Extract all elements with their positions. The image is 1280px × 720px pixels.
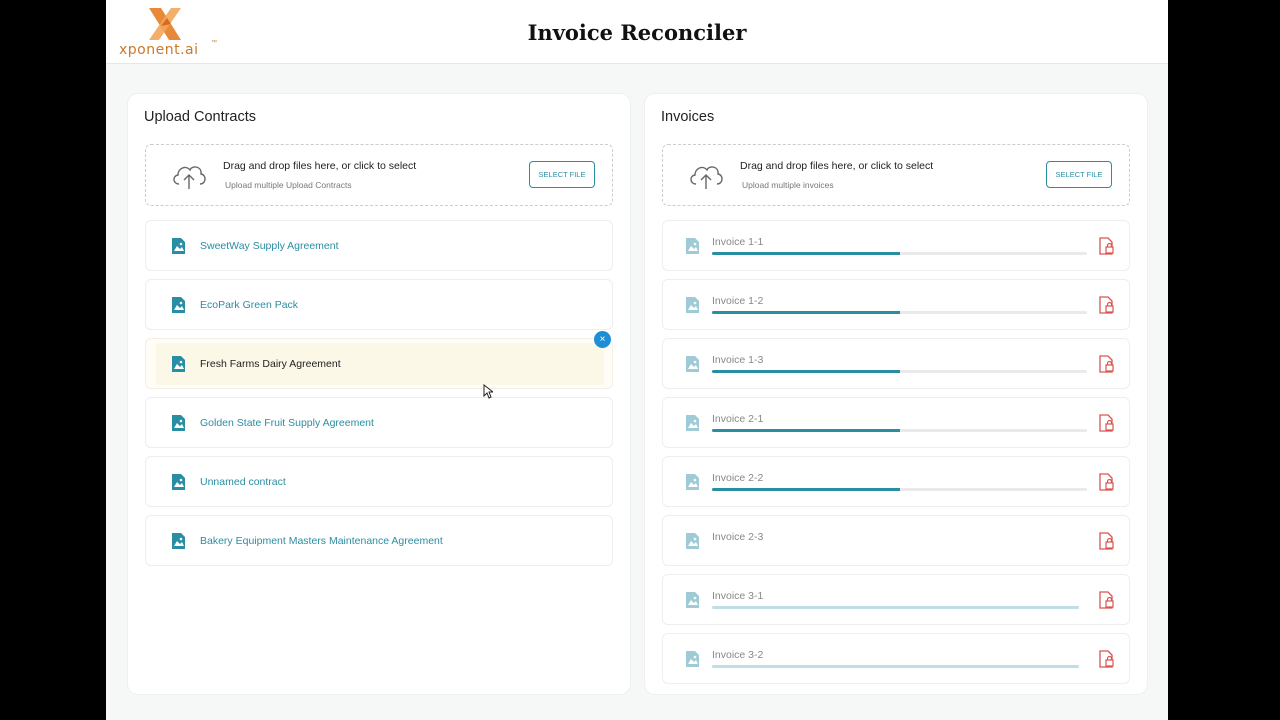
cloud-upload-icon (173, 166, 206, 189)
upload-progress-fill (712, 252, 900, 255)
upload-progress-bar (712, 665, 1079, 668)
contract-name[interactable]: Unnamed contract (200, 476, 286, 488)
upload-progress-bar (712, 311, 1087, 314)
document-image-icon (686, 415, 699, 431)
dropzone-main-text: Drag and drop files here, or click to se… (223, 160, 417, 172)
document-image-icon (172, 297, 185, 313)
invoice-name: Invoice 1-2 (712, 295, 764, 307)
invoice-name: Invoice 3-1 (712, 590, 764, 602)
invoice-item[interactable]: Invoice 1-2 (662, 279, 1130, 330)
document-image-icon (172, 238, 185, 254)
contract-item[interactable]: Unnamed contract (145, 456, 613, 507)
invoice-item[interactable]: Invoice 2-1 (662, 397, 1130, 448)
close-icon: × (599, 334, 606, 345)
contracts-panel: Upload Contracts Drag and drop files her… (128, 94, 630, 694)
contract-item[interactable]: EcoPark Green Pack (145, 279, 613, 330)
upload-progress-fill (712, 488, 900, 491)
document-image-icon (686, 297, 699, 313)
select-contract-file-button[interactable]: Select File (529, 161, 595, 188)
document-image-icon (686, 592, 699, 608)
invoice-name: Invoice 2-1 (712, 413, 764, 425)
upload-progress-bar (712, 370, 1087, 373)
file-lock-icon[interactable] (1098, 591, 1115, 609)
upload-progress-bar (712, 488, 1087, 491)
file-lock-icon[interactable] (1098, 296, 1115, 314)
document-image-icon (686, 356, 699, 372)
upload-progress-bar (712, 606, 1079, 609)
document-image-icon (172, 415, 185, 431)
upload-progress-fill (712, 606, 1079, 609)
upload-progress-fill (712, 665, 1079, 668)
contract-name[interactable]: SweetWay Supply Agreement (200, 240, 339, 252)
select-invoice-file-button[interactable]: Select File (1046, 161, 1112, 188)
mouse-cursor-icon (483, 384, 493, 399)
invoice-name: Invoice 1-1 (712, 236, 764, 248)
contract-name[interactable]: EcoPark Green Pack (200, 299, 298, 311)
upload-progress-bar (712, 252, 1087, 255)
contract-item[interactable]: SweetWay Supply Agreement (145, 220, 613, 271)
invoice-name: Invoice 3-2 (712, 649, 764, 661)
invoice-item[interactable]: Invoice 2-2 (662, 456, 1130, 507)
cloud-upload-icon (690, 166, 723, 189)
invoices-dropzone[interactable]: Drag and drop files here, or click to se… (662, 144, 1130, 206)
upload-progress-bar (712, 429, 1087, 432)
document-image-icon (172, 474, 185, 490)
invoice-item[interactable]: Invoice 1-3 (662, 338, 1130, 389)
file-lock-icon[interactable] (1098, 532, 1115, 550)
contract-name[interactable]: Golden State Fruit Supply Agreement (200, 417, 374, 429)
document-image-icon (686, 651, 699, 667)
file-lock-icon[interactable] (1098, 355, 1115, 373)
invoice-item[interactable]: Invoice 2-3 (662, 515, 1130, 566)
contract-item[interactable]: Bakery Equipment Masters Maintenance Agr… (145, 515, 613, 566)
upload-progress-fill (712, 429, 900, 432)
dropzone-sub-text: Upload multiple Upload Contracts (225, 180, 352, 190)
page-title: Invoice Reconciler (527, 20, 747, 45)
upload-progress-fill (712, 311, 900, 314)
contract-item-active[interactable]: Fresh Farms Dairy Agreement × (145, 331, 613, 389)
app-window: xponent.ai ™ Invoice Reconciler Upload C… (106, 0, 1168, 720)
invoice-item[interactable]: Invoice 1-1 (662, 220, 1130, 271)
invoice-item[interactable]: Invoice 3-1 (662, 574, 1130, 625)
contract-item[interactable]: Golden State Fruit Supply Agreement (145, 397, 613, 448)
remove-contract-button[interactable]: × (594, 331, 611, 348)
contracts-panel-title: Upload Contracts (144, 109, 257, 125)
dropzone-main-text: Drag and drop files here, or click to se… (740, 160, 934, 172)
contract-name[interactable]: Bakery Equipment Masters Maintenance Agr… (200, 535, 443, 547)
invoice-item[interactable]: Invoice 3-2 (662, 633, 1130, 684)
file-lock-icon[interactable] (1098, 237, 1115, 255)
document-image-icon (686, 533, 699, 549)
document-image-icon (172, 533, 185, 549)
upload-progress-fill (712, 370, 900, 373)
invoices-panel-title: Invoices (661, 109, 715, 125)
contract-name[interactable]: Fresh Farms Dairy Agreement (200, 358, 341, 370)
file-lock-icon[interactable] (1098, 414, 1115, 432)
document-image-icon (686, 474, 699, 490)
invoices-panel: Invoices Drag and drop files here, or cl… (645, 94, 1147, 694)
file-lock-icon[interactable] (1098, 473, 1115, 491)
invoice-name: Invoice 1-3 (712, 354, 764, 366)
contracts-dropzone[interactable]: Drag and drop files here, or click to se… (145, 144, 613, 206)
document-image-icon (172, 356, 185, 372)
invoice-name: Invoice 2-2 (712, 472, 764, 484)
invoice-name: Invoice 2-3 (712, 531, 764, 543)
app-header: xponent.ai ™ Invoice Reconciler (106, 0, 1168, 64)
document-image-icon (686, 238, 699, 254)
file-lock-icon[interactable] (1098, 650, 1115, 668)
dropzone-sub-text: Upload multiple invoices (742, 180, 834, 190)
invoice-list: Invoice 1-1 Invoice 1-2 Invoice 1-3 Invo… (662, 220, 1130, 692)
contract-list: SweetWay Supply Agreement EcoPark Green … (145, 220, 613, 574)
